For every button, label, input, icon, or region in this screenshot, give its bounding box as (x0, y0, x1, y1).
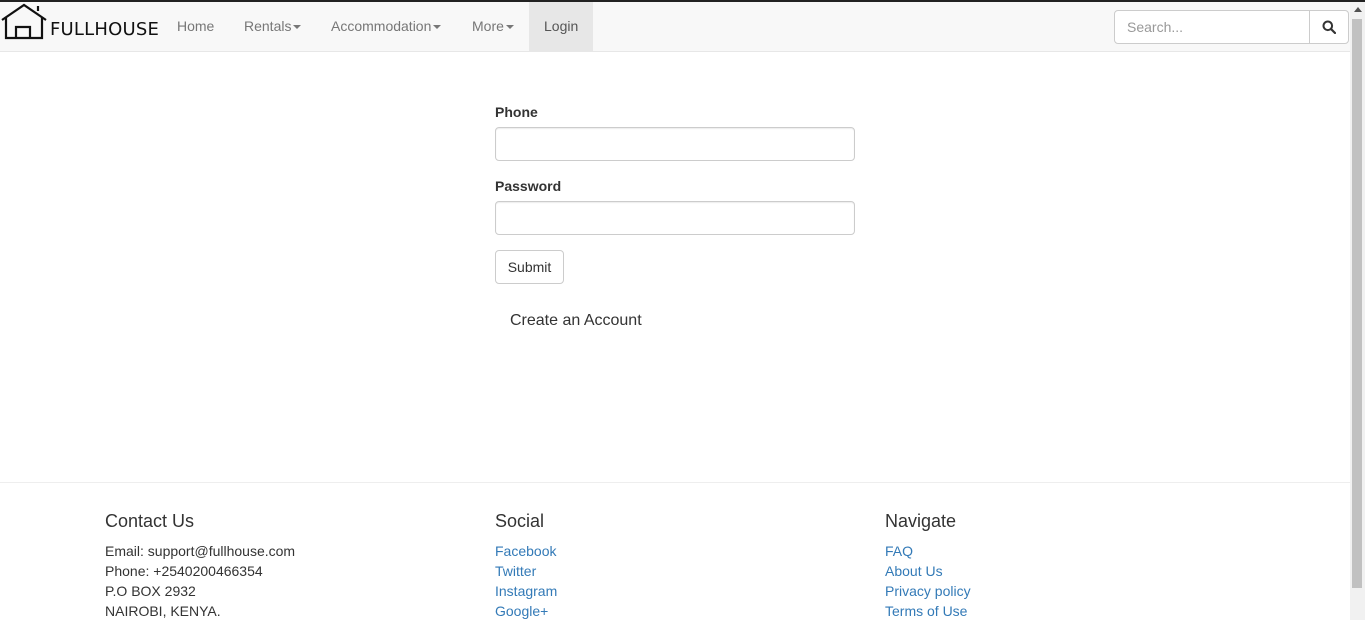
caret-down-icon (505, 25, 514, 30)
nav-more-label: More (472, 18, 504, 34)
footer-contact-email: Email: support@fullhouse.com (105, 543, 296, 559)
footer-contact-pobox: P.O BOX 2932 (105, 583, 196, 599)
footer-link-twitter[interactable]: Twitter (495, 561, 557, 581)
footer-contact-section: Contact Us Email: support@fullhouse.com … (105, 510, 295, 621)
nav-login-label: Login (544, 18, 579, 34)
footer-divider (0, 482, 1350, 483)
footer-social-heading: Social (495, 511, 545, 531)
footer-contact-city: NAIROBI, KENYA. (105, 603, 221, 619)
footer-social-section: Social Facebook Twitter Instagram Google… (495, 510, 557, 621)
footer-contact-heading: Contact Us (105, 511, 195, 531)
create-account-link[interactable]: Create an Account (510, 312, 642, 330)
footer-link-googleplus[interactable]: Google+ (495, 601, 557, 621)
nav-rentals-dropdown[interactable]: Rentals (244, 2, 302, 51)
footer-link-facebook[interactable]: Facebook (495, 541, 557, 561)
submit-button[interactable]: Submit (495, 250, 564, 284)
caret-down-icon (433, 25, 442, 30)
phone-input[interactable] (495, 127, 855, 161)
footer-contact-phone: Phone: +2540200466354 (105, 563, 263, 579)
nav-login[interactable]: Login (529, 2, 594, 51)
search-icon (1322, 20, 1336, 34)
footer-link-privacy-policy[interactable]: Privacy policy (885, 581, 971, 601)
phone-label: Phone (495, 104, 538, 120)
brand-name: FULLHOUSE (50, 19, 160, 40)
nav-more-dropdown[interactable]: More (472, 2, 514, 51)
footer-navigate-section: Navigate FAQ About Us Privacy policy Ter… (885, 510, 971, 621)
caret-down-icon (293, 25, 302, 30)
nav-accommodation-label: Accommodation (331, 18, 432, 34)
nav-accommodation-dropdown[interactable]: Accommodation (331, 2, 442, 51)
footer-link-terms-of-use[interactable]: Terms of Use (885, 601, 971, 621)
footer-navigate-heading: Navigate (885, 511, 957, 531)
scrollbar-thumb[interactable] (1352, 19, 1362, 588)
footer-link-faq[interactable]: FAQ (885, 541, 971, 561)
footer-link-instagram[interactable]: Instagram (495, 581, 557, 601)
vertical-scrollbar[interactable] (1350, 2, 1365, 620)
nav-home[interactable]: Home (177, 2, 214, 51)
search-button[interactable] (1309, 10, 1349, 44)
search-input[interactable] (1114, 10, 1310, 44)
password-input[interactable] (495, 201, 855, 235)
top-navbar: FULLHOUSE Home Rentals Accommodation Mor… (0, 2, 1350, 52)
footer-link-about-us[interactable]: About Us (885, 561, 971, 581)
house-logo-icon (1, 3, 47, 40)
nav-home-label: Home (177, 18, 215, 34)
nav-rentals-label: Rentals (244, 18, 292, 34)
password-label: Password (495, 178, 562, 194)
scroll-up-arrow-icon[interactable] (1354, 7, 1362, 12)
